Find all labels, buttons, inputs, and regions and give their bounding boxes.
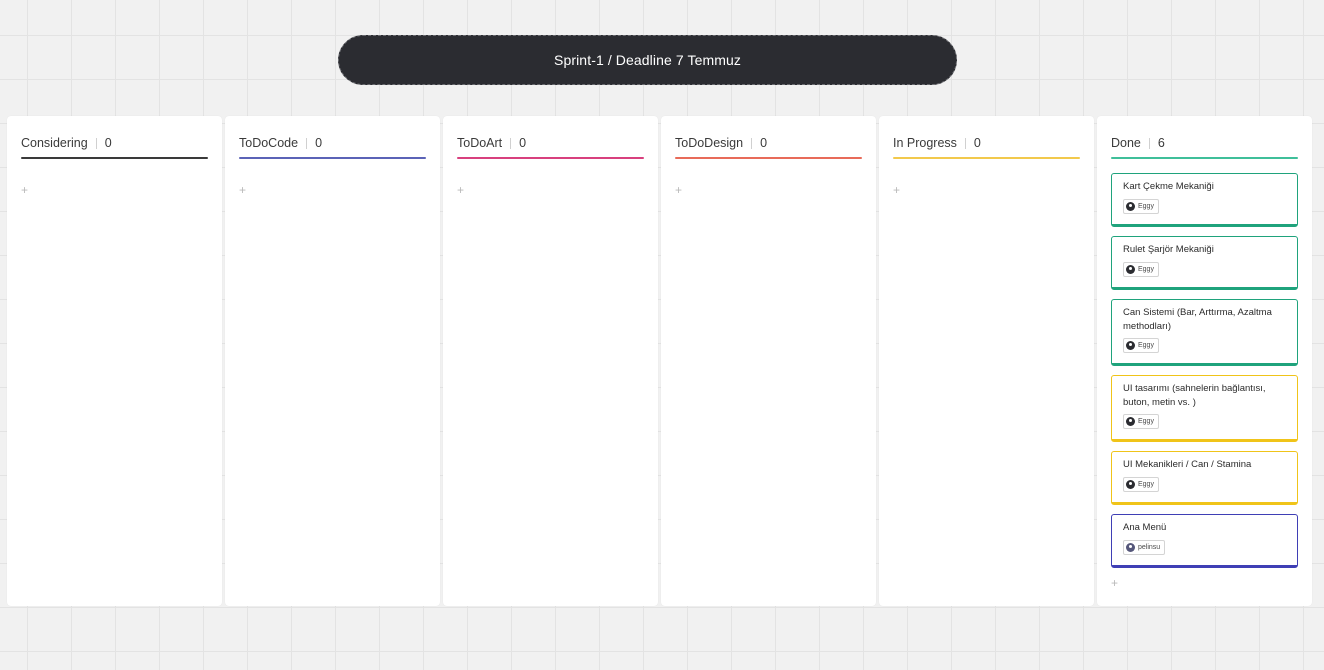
card-title: Can Sistemi (Bar, Arttırma, Azaltma meth…: [1123, 307, 1272, 332]
column-count: 0: [760, 136, 768, 150]
add-card-icon[interactable]: +: [21, 184, 33, 196]
column-header[interactable]: In Progress 0: [893, 128, 1080, 158]
sprint-banner[interactable]: Sprint-1 / Deadline 7 Temmuz: [338, 35, 957, 85]
assignee-tag[interactable]: Eggy: [1123, 414, 1159, 429]
column-count: 0: [315, 136, 323, 150]
task-card[interactable]: UI Mekanikleri / Can / Stamina Eggy: [1111, 451, 1298, 505]
assignee-name: Eggy: [1138, 265, 1154, 273]
assignee-tag[interactable]: Eggy: [1123, 476, 1159, 492]
card-title: UI tasarımı (sahnelerin bağlantısı, buto…: [1123, 383, 1266, 408]
column-todoart: ToDoArt 0 +: [443, 116, 658, 606]
task-card[interactable]: Can Sistemi (Bar, Arttırma, Azaltma meth…: [1111, 299, 1298, 366]
column-underline: [239, 157, 426, 159]
column-done: Done 6 Kart Çekme Mekaniği Eggy Rulet Şa…: [1097, 116, 1312, 606]
column-tododesign: ToDoDesign 0 +: [661, 116, 876, 606]
task-card[interactable]: Rulet Şarjör Mekaniği Eggy: [1111, 236, 1298, 290]
column-underline: [675, 157, 862, 159]
column-title: Done: [1111, 136, 1141, 150]
task-card[interactable]: Kart Çekme Mekaniği Eggy: [1111, 173, 1298, 227]
column-underline: [1111, 157, 1298, 159]
column-title: In Progress: [893, 136, 957, 150]
assignee-tag[interactable]: Eggy: [1123, 338, 1159, 353]
assignee-name: Eggy: [1138, 480, 1154, 488]
avatar-icon: [1126, 264, 1135, 274]
column-header[interactable]: Considering 0: [21, 128, 208, 158]
add-card-icon[interactable]: +: [239, 184, 251, 196]
column-considering: Considering 0 +: [7, 116, 222, 606]
column-underline: [457, 157, 644, 159]
column-header[interactable]: Done 6: [1111, 128, 1298, 158]
avatar-icon: [1126, 479, 1135, 489]
avatar-icon: [1126, 201, 1135, 211]
header-divider: [510, 137, 512, 149]
card-title: UI Mekanikleri / Can / Stamina: [1123, 459, 1252, 470]
header-divider: [1148, 137, 1150, 149]
assignee-tag[interactable]: Eggy: [1123, 261, 1159, 277]
header-divider: [95, 137, 97, 149]
column-count: 0: [973, 136, 981, 150]
column-count: 6: [1157, 136, 1165, 150]
column-title: ToDoCode: [239, 136, 299, 150]
card-title: Rulet Şarjör Mekaniği: [1123, 244, 1214, 255]
task-card[interactable]: Ana Menü pelinsu: [1111, 514, 1298, 568]
add-card-icon[interactable]: +: [675, 184, 687, 196]
add-card-icon[interactable]: +: [1111, 577, 1123, 589]
column-todocode: ToDoCode 0 +: [225, 116, 440, 606]
avatar-icon: [1126, 417, 1135, 426]
assignee-tag[interactable]: Eggy: [1123, 198, 1159, 214]
column-count: 0: [519, 136, 527, 150]
sprint-title: Sprint-1 / Deadline 7 Temmuz: [554, 52, 741, 68]
column-underline: [21, 157, 208, 159]
header-divider: [751, 137, 753, 149]
header-divider: [964, 137, 966, 149]
column-header[interactable]: ToDoDesign 0: [675, 128, 862, 158]
assignee-name: Eggy: [1138, 342, 1154, 349]
assignee-tag[interactable]: pelinsu: [1123, 539, 1166, 555]
column-title: ToDoDesign: [675, 136, 744, 150]
column-header[interactable]: ToDoCode 0: [239, 128, 426, 158]
task-card[interactable]: UI tasarımı (sahnelerin bağlantısı, buto…: [1111, 375, 1298, 442]
column-header[interactable]: ToDoArt 0: [457, 128, 644, 158]
card-title: Ana Menü: [1123, 522, 1167, 533]
assignee-name: Eggy: [1138, 418, 1154, 425]
assignee-name: pelinsu: [1138, 543, 1161, 551]
column-in-progress: In Progress 0 +: [879, 116, 1094, 606]
add-card-icon[interactable]: +: [893, 184, 905, 196]
avatar-icon: [1126, 341, 1135, 350]
column-underline: [893, 157, 1080, 159]
card-title: Kart Çekme Mekaniği: [1123, 181, 1214, 192]
column-title: ToDoArt: [457, 136, 503, 150]
column-title: Considering: [21, 136, 88, 150]
column-count: 0: [104, 136, 112, 150]
add-card-icon[interactable]: +: [457, 184, 469, 196]
assignee-name: Eggy: [1138, 202, 1154, 210]
avatar-icon: [1126, 542, 1135, 552]
header-divider: [306, 137, 308, 149]
